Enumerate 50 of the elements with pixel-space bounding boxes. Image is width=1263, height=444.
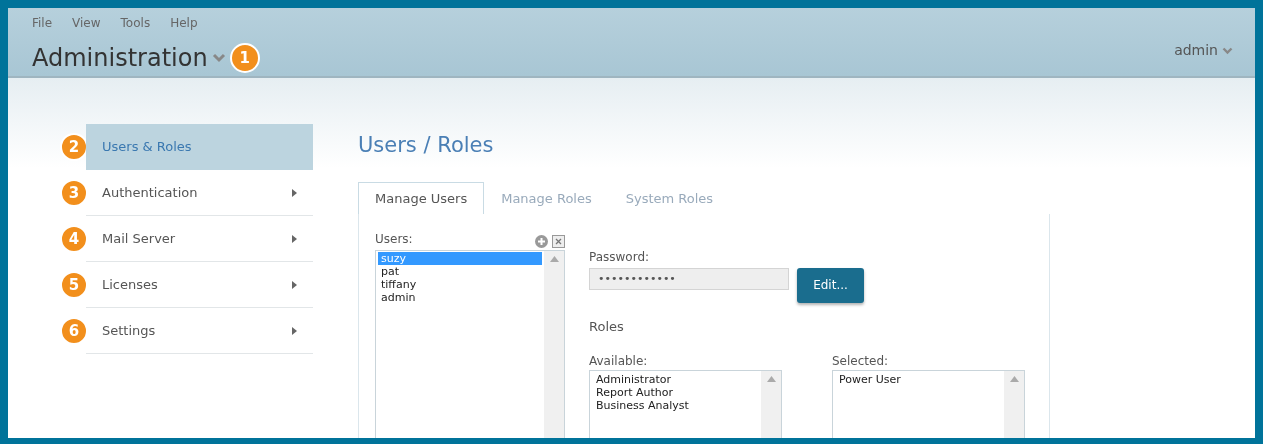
sidebar-item-label: Mail Server xyxy=(102,229,176,248)
scrollbar[interactable] xyxy=(761,371,781,438)
callout-number: 1 xyxy=(229,43,260,73)
caret-right-icon xyxy=(292,326,297,335)
callout-number: 5 xyxy=(60,271,88,299)
scroll-up-icon[interactable] xyxy=(1009,376,1019,382)
sidebar-item-label: Authentication xyxy=(102,183,198,202)
users-label: Users: xyxy=(375,230,413,248)
callout-number: 3 xyxy=(60,179,88,207)
caret-right-icon xyxy=(292,188,297,197)
menu-item[interactable]: File xyxy=(32,14,53,32)
chevron-down-icon[interactable] xyxy=(1222,46,1233,55)
tab[interactable]: Manage Users xyxy=(358,181,485,214)
list-item[interactable]: Report Author xyxy=(596,386,755,399)
list-item[interactable]: Power User xyxy=(839,373,998,386)
app-title[interactable]: Administration xyxy=(32,40,208,76)
callout-number: 4 xyxy=(60,225,88,253)
edit-button[interactable]: Edit... xyxy=(797,267,864,303)
scroll-up-icon[interactable] xyxy=(549,255,559,262)
caret-right-icon xyxy=(292,234,297,243)
password-label: Password: xyxy=(589,248,651,266)
available-label: Available: xyxy=(589,353,649,370)
caret-right-icon xyxy=(292,280,297,289)
sidebar-item-label: Licenses xyxy=(102,275,158,294)
users-listbox[interactable]: suzy pat tiffany admin xyxy=(375,249,565,438)
delete-icon[interactable] xyxy=(552,234,565,248)
password-field[interactable]: •••••••••••• xyxy=(589,267,789,290)
chevron-down-icon[interactable] xyxy=(211,53,226,63)
roles-heading: Roles xyxy=(589,317,625,336)
list-item[interactable]: admin xyxy=(378,290,542,304)
selected-label: Selected: xyxy=(832,353,890,370)
list-item[interactable]: tiffany xyxy=(378,277,542,291)
callout-number: 2 xyxy=(60,133,88,161)
selected-roles-listbox[interactable]: Power User xyxy=(832,370,1025,438)
user-menu[interactable]: admin xyxy=(1174,40,1218,61)
available-roles-listbox[interactable]: Administrator Report Author Business Analyst xyxy=(589,370,782,438)
list-item[interactable]: Administrator xyxy=(596,373,755,386)
scrollbar[interactable] xyxy=(544,250,564,438)
scroll-up-icon[interactable] xyxy=(766,376,776,382)
list-item[interactable]: Business Analyst xyxy=(596,399,755,412)
page-title: Users / Roles xyxy=(358,132,495,159)
callout-number: 6 xyxy=(60,317,88,345)
menu-item[interactable]: View xyxy=(72,14,101,32)
sidebar-item-label: Users & Roles xyxy=(102,137,192,156)
menu-item[interactable]: Tools xyxy=(120,14,151,32)
sidebar-item-label: Settings xyxy=(102,321,156,340)
scrollbar[interactable] xyxy=(1004,371,1024,438)
list-item[interactable]: pat xyxy=(378,264,542,278)
add-icon[interactable] xyxy=(535,234,548,248)
menu-item[interactable]: Help xyxy=(170,14,198,32)
